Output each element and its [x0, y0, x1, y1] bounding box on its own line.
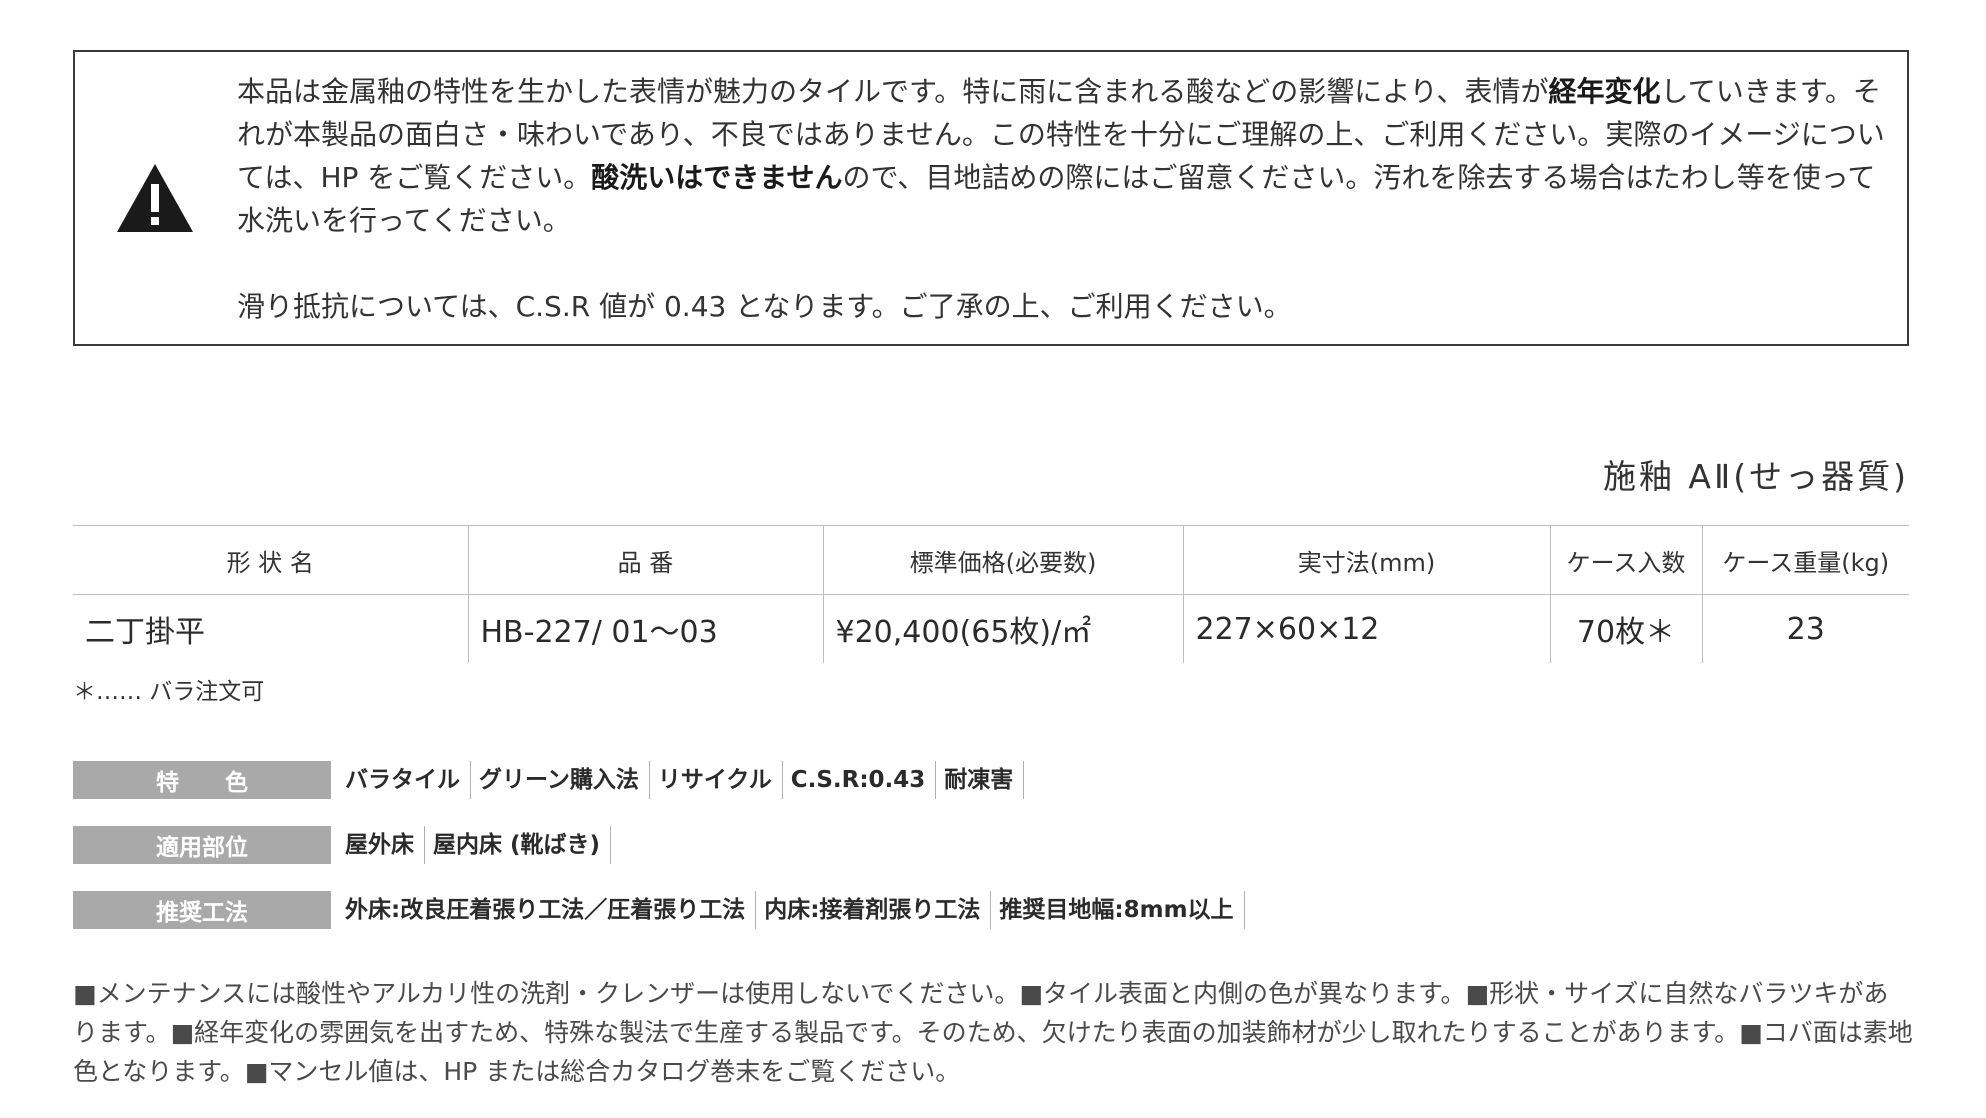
attribute-item: 内床:接着剤張り工法: [756, 891, 992, 929]
attribute-row-method: 推奨工法 外床:改良圧着張り工法／圧着張り工法 内床:接着剤張り工法 推奨目地幅…: [73, 891, 1245, 929]
header-price: 標準価格(必要数): [823, 525, 1184, 595]
attribute-item: リサイクル: [650, 761, 783, 799]
attribute-item: 屋外床: [337, 826, 425, 864]
caution-text: 本品は金属釉の特性を生かした表情が魅力のタイルです。特に雨に含まれる酸などの影響…: [237, 70, 1887, 328]
attribute-item: 屋内床 (靴ばき): [425, 826, 612, 864]
page: 本品は金属釉の特性を生かした表情が魅力のタイルです。特に雨に含まれる酸などの影響…: [0, 0, 1986, 1118]
caution-emphasis-no-acid: 酸洗いはできません: [591, 161, 843, 194]
attribute-items: 外床:改良圧着張り工法／圧着張り工法 内床:接着剤張り工法 推奨目地幅:8mm以…: [331, 891, 1245, 929]
attribute-items: 屋外床 屋内床 (靴ばき): [331, 826, 612, 864]
footnote: ＊…… バラ注文可: [73, 679, 265, 705]
spec-table: 形 状 名 品 番 標準価格(必要数) 実寸法(mm) ケース入数 ケース重量(…: [73, 525, 1909, 663]
slip-resistance-note: 滑り抵抗については、C.S.R 値が 0.43 となります。ご了承の上、ご利用く…: [237, 290, 1292, 323]
table-row: 二丁掛平 HB-227/ 01〜03 ¥20,400(65枚)/㎡ 227×60…: [73, 594, 1909, 663]
cell-price: ¥20,400(65枚)/㎡: [823, 594, 1184, 663]
header-shape: 形 状 名: [73, 525, 469, 595]
attribute-item: バラタイル: [337, 761, 471, 799]
maintenance-notes: ■メンテナンスには酸性やアルカリ性の洗剤・クレンザーは使用しないでください。■タ…: [73, 979, 1913, 1086]
attribute-label: 適用部位: [73, 826, 331, 864]
header-size: 実寸法(mm): [1183, 525, 1551, 595]
cell-per-case: 70枚＊: [1550, 594, 1703, 663]
cell-code: HB-227/ 01〜03: [468, 594, 824, 663]
caution-text-1: 本品は金属釉の特性を生かした表情が魅力のタイルです。特に雨に含まれる酸などの影響…: [237, 75, 1549, 108]
header-code: 品 番: [468, 525, 824, 595]
attribute-item: 推奨目地幅:8mm以上: [991, 891, 1245, 929]
header-weight: ケース重量(kg): [1702, 525, 1909, 595]
caution-box: 本品は金属釉の特性を生かした表情が魅力のタイルです。特に雨に含まれる酸などの影響…: [73, 50, 1909, 346]
header-per-case: ケース入数: [1550, 525, 1703, 595]
glaze-grade-label: 施釉 AⅡ(せっ器質): [1602, 457, 1909, 496]
attribute-item: 外床:改良圧着張り工法／圧着張り工法: [337, 891, 757, 929]
table-header-row: 形 状 名 品 番 標準価格(必要数) 実寸法(mm) ケース入数 ケース重量(…: [73, 525, 1909, 595]
attribute-items: バラタイル グリーン購入法 リサイクル C.S.R:0.43 耐凍害: [331, 761, 1025, 799]
warning-icon: [117, 164, 193, 232]
attribute-item: グリーン購入法: [471, 761, 650, 799]
attribute-row-application: 適用部位 屋外床 屋内床 (靴ばき): [73, 826, 612, 864]
attribute-label: 特 色: [73, 761, 331, 799]
cell-weight: 23: [1786, 611, 1825, 647]
attribute-row-features: 特 色 バラタイル グリーン購入法 リサイクル C.S.R:0.43 耐凍害: [73, 761, 1025, 799]
attribute-item: 耐凍害: [936, 761, 1025, 799]
caution-emphasis-aging: 経年変化: [1548, 75, 1661, 108]
attribute-label: 推奨工法: [73, 891, 331, 929]
cell-size: 227×60×12: [1183, 594, 1551, 663]
cell-shape: 二丁掛平: [73, 594, 469, 663]
attribute-item: C.S.R:0.43: [783, 761, 937, 799]
